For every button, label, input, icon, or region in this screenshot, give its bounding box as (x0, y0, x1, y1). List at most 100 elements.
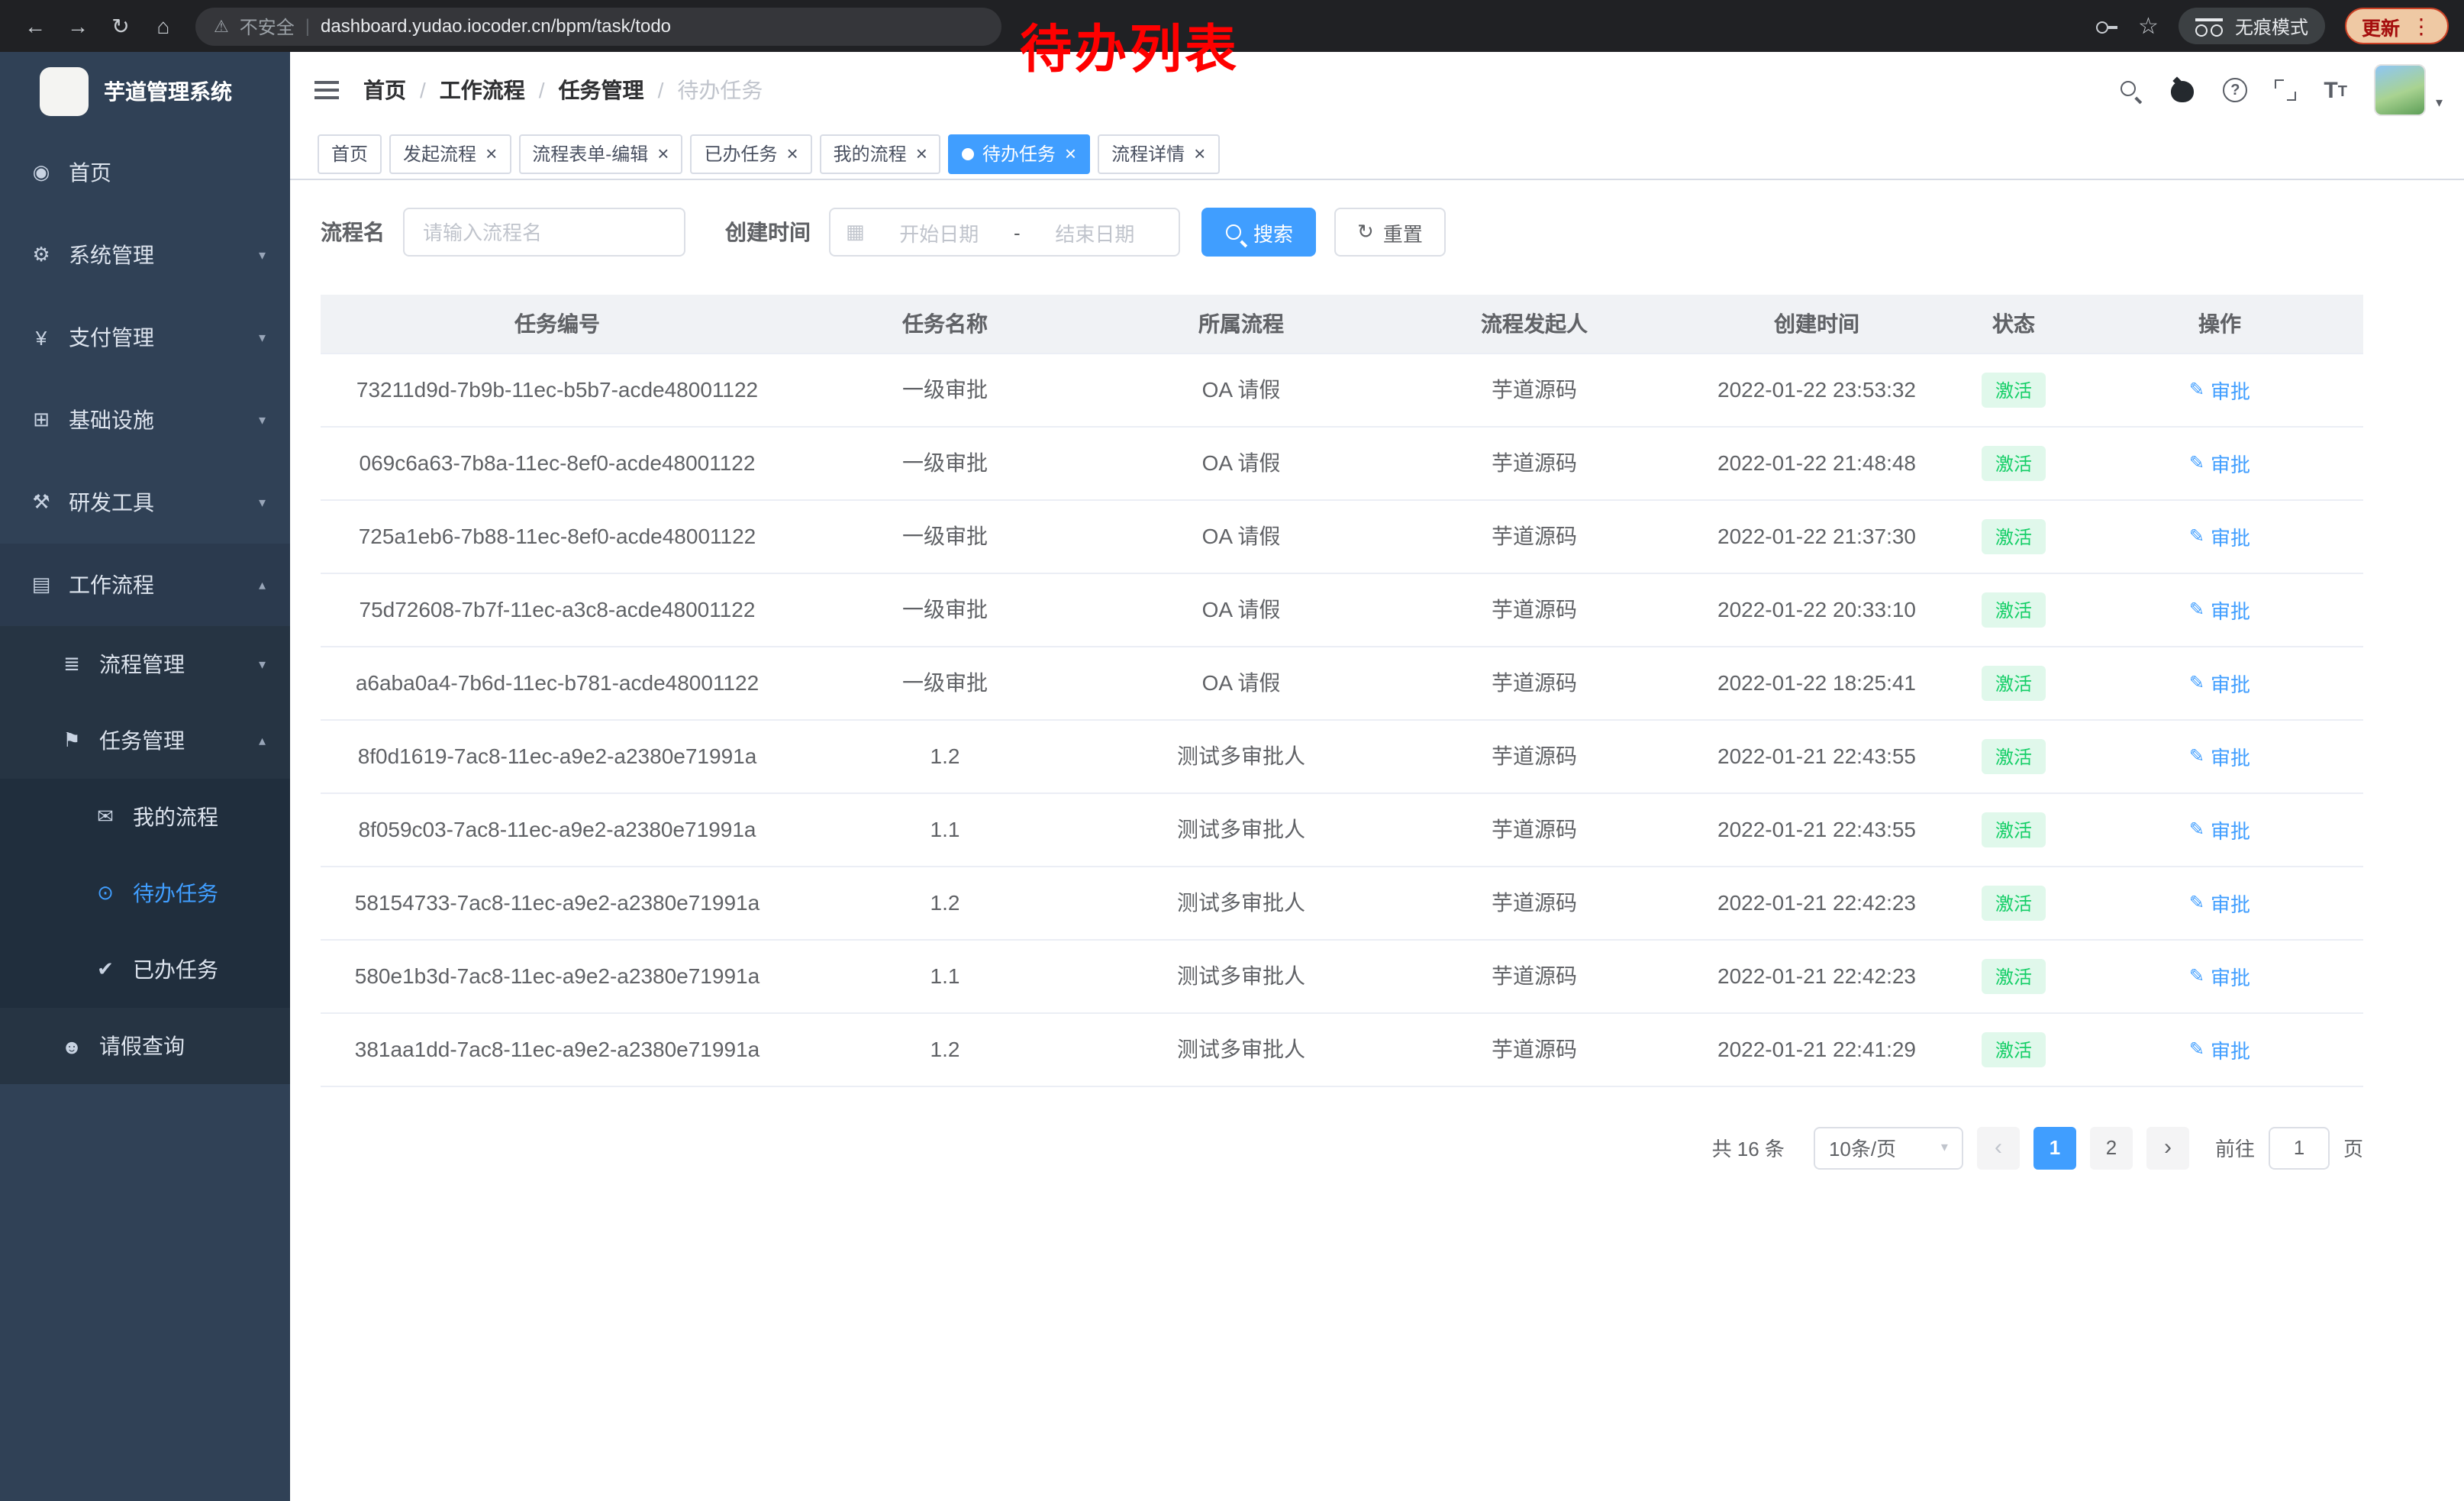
sidebar-item-label: 系统管理 (69, 240, 154, 270)
tab-view-item[interactable]: 流程表单-编辑× (518, 134, 682, 173)
github-icon[interactable] (2169, 78, 2195, 102)
sidebar-item-task-mgmt[interactable]: ⚑任务管理▴ (0, 702, 290, 779)
user-icon: ☻ (58, 1035, 85, 1057)
approve-label: 审批 (2211, 448, 2250, 477)
approve-link[interactable]: ✎审批 (2189, 668, 2250, 697)
sidebar-item-devtools[interactable]: ⚒研发工具▾ (0, 461, 290, 544)
reload-icon[interactable]: ↻ (101, 13, 140, 39)
approve-label: 审批 (2211, 595, 2250, 624)
search-button[interactable]: 搜索 (1201, 208, 1316, 257)
sidebar: 芋道管理系统 ◉首页⚙系统管理▾¥支付管理▾⊞基础设施▾⚒研发工具▾▤工作流程▴… (0, 52, 290, 1501)
approve-link[interactable]: ✎审批 (2189, 1035, 2250, 1064)
page-size-select[interactable]: 10条/页 ▾ (1814, 1126, 1963, 1169)
cell-action: ✎审批 (2076, 646, 2363, 719)
approve-link[interactable]: ✎审批 (2189, 888, 2250, 917)
sidebar-item-todo-tasks[interactable]: ⊙待办任务 (0, 855, 290, 931)
page-button-1[interactable]: 1 (2033, 1126, 2076, 1169)
breadcrumb-item[interactable]: 工作流程 (440, 75, 525, 105)
tab-view-item[interactable]: 待办任务× (949, 134, 1090, 173)
app-logo[interactable]: 芋道管理系统 (0, 52, 290, 131)
approve-link[interactable]: ✎审批 (2189, 448, 2250, 477)
date-range-picker[interactable]: ▦ 开始日期 - 结束日期 (829, 208, 1180, 257)
forward-icon[interactable]: → (58, 14, 98, 38)
tab-view-item[interactable]: 首页 (318, 134, 382, 173)
approve-link[interactable]: ✎审批 (2189, 375, 2250, 404)
address-divider: | (305, 15, 310, 37)
url-text: dashboard.yudao.iocoder.cn/bpm/task/todo (321, 15, 671, 37)
address-bar[interactable]: ⚠ 不安全 | dashboard.yudao.iocoder.cn/bpm/t… (195, 7, 1001, 45)
close-icon[interactable]: × (1065, 144, 1076, 163)
breadcrumb-item[interactable]: 任务管理 (559, 75, 644, 105)
reset-button-label: 重置 (1383, 218, 1423, 247)
breadcrumb-separator: / (539, 78, 545, 102)
column-header: 任务编号 (321, 295, 794, 353)
home-icon[interactable]: ⌂ (144, 14, 183, 38)
sidebar-toggle[interactable] (290, 81, 339, 99)
approve-link[interactable]: ✎审批 (2189, 521, 2250, 550)
sidebar-item-label: 任务管理 (99, 725, 185, 756)
column-header: 所属流程 (1096, 295, 1386, 353)
back-icon[interactable]: ← (15, 14, 55, 38)
process-name-input[interactable] (403, 208, 685, 257)
search-icon[interactable] (2119, 79, 2142, 102)
sidebar-item-system[interactable]: ⚙系统管理▾ (0, 214, 290, 296)
fullscreen-icon[interactable] (2275, 79, 2296, 101)
font-size-icon[interactable]: TT (2324, 79, 2347, 102)
cell-task-id: 580e1b3d-7ac8-11ec-a9e2-a2380e71991a (321, 939, 794, 1012)
help-icon[interactable] (2223, 78, 2247, 102)
status-badge: 激活 (1982, 592, 2046, 627)
sidebar-item-infrastructure[interactable]: ⊞基础设施▾ (0, 379, 290, 461)
sidebar-item-workflow[interactable]: ▤工作流程▴ (0, 544, 290, 626)
approve-link[interactable]: ✎审批 (2189, 741, 2250, 770)
key-icon[interactable] (2094, 15, 2118, 37)
approve-link[interactable]: ✎ 审批 (2189, 595, 2250, 624)
tab-view-item[interactable]: 流程详情 × (1098, 134, 1219, 173)
edit-icon: ✎ (2189, 599, 2204, 620)
close-icon[interactable]: × (786, 144, 798, 163)
chevron-down-icon: ▾ (259, 494, 266, 511)
edit-icon: ✎ (2189, 892, 2204, 913)
menu-dots-icon[interactable]: ⋮ (2411, 13, 2432, 39)
cell-created: 2022-01-22 21:37:30 (1682, 499, 1951, 573)
active-tab-dot-icon (963, 147, 975, 160)
sidebar-item-done-tasks[interactable]: ✔已办任务 (0, 931, 290, 1008)
approve-link[interactable]: ✎审批 (2189, 815, 2250, 844)
tab-view-item[interactable]: 我的流程× (820, 134, 941, 173)
tab-label: 流程详情 (1111, 140, 1185, 166)
close-icon[interactable]: × (916, 144, 927, 163)
approve-link[interactable]: ✎审批 (2189, 961, 2250, 990)
warning-icon[interactable]: ⚠ (214, 16, 229, 36)
breadcrumb-item[interactable]: 首页 (363, 75, 406, 105)
bookmark-star-icon[interactable]: ☆ (2138, 12, 2159, 40)
approve-label: 审批 (2211, 741, 2250, 770)
status-badge: 激活 (1982, 885, 2046, 920)
sidebar-item-label: 首页 (69, 157, 111, 188)
sidebar-item-label: 我的流程 (133, 802, 218, 832)
prev-page-button[interactable]: ‹ (1977, 1126, 2020, 1169)
sidebar-item-leave-query[interactable]: ☻请假查询 (0, 1008, 290, 1084)
tab-view-item[interactable]: 发起流程× (389, 134, 511, 173)
table-row: 8f0d1619-7ac8-11ec-a9e2-a2380e71991a1.2测… (321, 719, 2363, 792)
goto-page-input[interactable] (2269, 1126, 2330, 1169)
sidebar-item-home[interactable]: ◉首页 (0, 131, 290, 214)
reset-button[interactable]: ↻ 重置 (1334, 208, 1446, 257)
cell-action: ✎审批 (2076, 1012, 2363, 1086)
sidebar-item-label: 基础设施 (69, 405, 154, 435)
sidebar-item-process-mgmt[interactable]: ≣流程管理▾ (0, 626, 290, 702)
pager-pages: 12 (2033, 1126, 2133, 1169)
next-page-button[interactable]: › (2146, 1126, 2189, 1169)
search-button-label: 搜索 (1253, 218, 1293, 247)
page-button-2[interactable]: 2 (2090, 1126, 2133, 1169)
breadcrumb: 首页/工作流程/任务管理/待办任务 (363, 75, 763, 105)
sidebar-item-payment[interactable]: ¥支付管理▾ (0, 296, 290, 379)
avatar[interactable] (2375, 64, 2427, 116)
close-icon[interactable]: × (1194, 144, 1205, 163)
sidebar-item-my-process[interactable]: ✉我的流程 (0, 779, 290, 855)
tab-view-item[interactable]: 已办任务× (690, 134, 811, 173)
avatar-caret-icon[interactable]: ▾ (2436, 95, 2443, 111)
cell-task-name: 一级审批 (794, 646, 1096, 719)
close-icon[interactable]: × (657, 144, 669, 163)
chevron-down-icon: ▾ (259, 656, 266, 673)
update-button[interactable]: 更新 ⋮ (2345, 8, 2449, 44)
close-icon[interactable]: × (485, 144, 497, 163)
